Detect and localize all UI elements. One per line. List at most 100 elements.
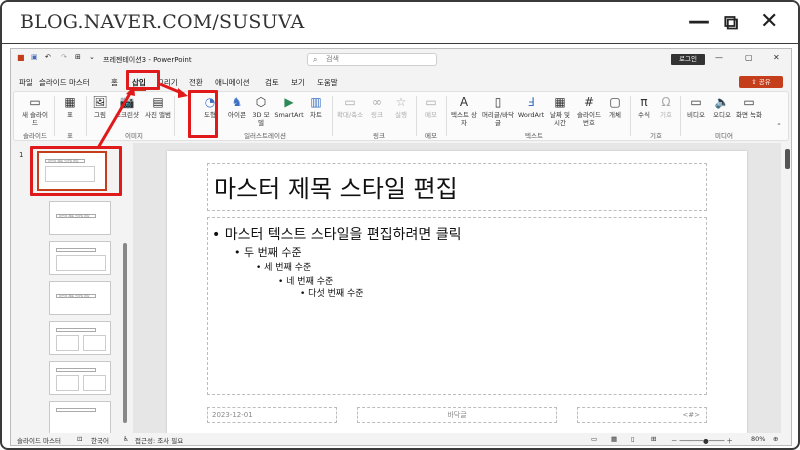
audio-button[interactable]: 🔈 오디오 bbox=[710, 95, 734, 119]
video-icon: ▭ bbox=[690, 95, 702, 109]
layout-thumbnail[interactable] bbox=[49, 241, 111, 275]
textbox-label: 텍스트 상자 bbox=[451, 111, 477, 127]
restore-icon[interactable]: ⧉ bbox=[724, 8, 738, 36]
divider bbox=[416, 96, 417, 136]
thumb-column bbox=[56, 375, 79, 391]
pi-icon: π bbox=[640, 95, 648, 109]
zoom-icon: ▭ bbox=[344, 95, 356, 109]
view-mode: 슬라이드 마스터 bbox=[17, 437, 61, 445]
thumb-column bbox=[56, 335, 79, 351]
symbol-button[interactable]: Ω 기호 bbox=[656, 95, 676, 119]
smartart-button[interactable]: ▶ SmartArt bbox=[274, 95, 304, 119]
layout-thumbnail[interactable] bbox=[49, 321, 111, 355]
redo-icon[interactable]: ↷ bbox=[61, 53, 67, 61]
powerpoint-window: ■ ▣ ↶ ↷ ⊞ ⌄ 프레젠테이션3 - PowerPoint ⌕ 검색 로그인… bbox=[10, 48, 792, 446]
slideshow-icon[interactable]: ⊞ bbox=[651, 435, 656, 443]
master-slide: 마스터 제목 스타일 편집 • 마스터 텍스트 스타일을 편집하려면 클릭 • … bbox=[167, 151, 747, 437]
date-placeholder[interactable]: 2023-12-01 bbox=[207, 407, 337, 423]
powerpoint-logo-icon: ■ bbox=[17, 53, 25, 62]
blog-url: BLOG.NAVER.COM/SUSUVA bbox=[20, 11, 305, 33]
language[interactable]: 한국어 bbox=[91, 435, 109, 445]
video-button[interactable]: ▭ 비디오 bbox=[684, 95, 708, 119]
new-slide-label: 새 슬라이드 bbox=[22, 111, 48, 127]
picture-button[interactable]: 🖼 그림 bbox=[90, 95, 110, 119]
screen-recording-button[interactable]: ▭ 화면 녹화 bbox=[736, 95, 762, 119]
chart-button[interactable]: ▥ 차트 bbox=[306, 95, 326, 119]
collapse-ribbon-icon[interactable]: ⌃ bbox=[774, 122, 784, 130]
thumb-title bbox=[56, 328, 96, 332]
photo-album-button[interactable]: ▤ 사진 앨범 bbox=[144, 95, 172, 119]
body-placeholder[interactable]: • 마스터 텍스트 스타일을 편집하려면 클릭 • 두 번째 수준 • 세 번째… bbox=[207, 217, 707, 395]
tab-view[interactable]: 보기 bbox=[291, 77, 305, 88]
sorter-view-icon[interactable]: ▦ bbox=[611, 435, 617, 443]
date-time-label: 날짜 및 시간 bbox=[549, 111, 570, 127]
textbox-button[interactable]: A 텍스트 상자 bbox=[450, 95, 478, 127]
share-button[interactable]: ⇪ 공유 bbox=[739, 76, 783, 88]
login-button[interactable]: 로그인 bbox=[671, 54, 705, 65]
layout-thumbnail[interactable] bbox=[49, 401, 111, 435]
divider bbox=[446, 96, 447, 136]
zoom-button[interactable]: ▭ 확대/축소 bbox=[336, 95, 364, 119]
fit-slide-icon[interactable]: ⊕ bbox=[773, 435, 778, 443]
photo-album-icon: ▤ bbox=[152, 95, 164, 109]
tab-help[interactable]: 도움말 bbox=[317, 77, 338, 88]
header-footer-button[interactable]: ▯ 머리글/바닥글 bbox=[480, 95, 516, 127]
tab-review[interactable]: 검토 bbox=[265, 77, 279, 88]
save-icon[interactable]: ▣ bbox=[31, 53, 38, 61]
level-5-text: • 다섯 번째 수준 bbox=[300, 289, 364, 299]
tab-home[interactable]: 홈 bbox=[111, 77, 118, 88]
new-slide-icon: ▭ bbox=[29, 95, 41, 109]
table-button[interactable]: ▦ 표 bbox=[60, 95, 80, 119]
slide-number-icon: # bbox=[583, 95, 595, 109]
group-symbols: 기호 bbox=[650, 132, 662, 140]
chart-label: 차트 bbox=[310, 111, 322, 119]
present-icon[interactable]: ⊞ bbox=[75, 53, 81, 61]
level-2-text: • 두 번째 수준 bbox=[234, 246, 302, 259]
divider bbox=[680, 96, 681, 136]
canvas-scrollbar[interactable] bbox=[785, 149, 790, 169]
link-button[interactable]: ∞ 링크 bbox=[366, 95, 388, 119]
search-input[interactable]: ⌕ 검색 bbox=[307, 53, 437, 66]
tab-slide-master[interactable]: 슬라이드 마스터 bbox=[39, 77, 90, 88]
app-minimize-icon[interactable]: — bbox=[715, 53, 723, 62]
tab-animations[interactable]: 애니메이션 bbox=[215, 77, 250, 88]
divider bbox=[174, 96, 175, 136]
tab-file[interactable]: 파일 bbox=[19, 77, 33, 88]
icons-button[interactable]: ♞ 아이콘 bbox=[224, 95, 250, 119]
date-time-button[interactable]: ▦ 날짜 및 시간 bbox=[547, 95, 573, 127]
slide-number-placeholder[interactable]: <#> bbox=[577, 407, 707, 423]
new-slide-button[interactable]: ▭ 새 슬라이드 bbox=[20, 95, 50, 127]
thumbnail-scrollbar[interactable] bbox=[123, 243, 127, 423]
layout-thumbnail[interactable]: 마스터 제목 스타일 편집 bbox=[49, 201, 111, 235]
tab-draw[interactable]: 그리기 bbox=[157, 77, 178, 88]
title-placeholder[interactable]: 마스터 제목 스타일 편집 bbox=[207, 163, 707, 211]
object-button[interactable]: ▢ 개체 bbox=[604, 95, 626, 119]
thumb-title bbox=[56, 408, 96, 412]
status-bar: 슬라이드 마스터 ⊡ 한국어 ♿ 접근성: 조사 필요 ▭ ▦ ▯ ⊞ － ──… bbox=[11, 433, 791, 445]
accessibility-status[interactable]: 접근성: 조사 필요 bbox=[135, 435, 183, 445]
close-icon[interactable]: ✕ bbox=[760, 8, 778, 36]
slide-number-button[interactable]: # 슬라이드 번호 bbox=[574, 95, 604, 127]
app-maximize-icon[interactable]: ▢ bbox=[745, 53, 753, 62]
minimize-icon[interactable]: — bbox=[688, 8, 710, 36]
customize-qat-icon[interactable]: ⌄ bbox=[89, 53, 95, 61]
wordart-button[interactable]: Ⅎ WordArt bbox=[517, 95, 545, 119]
comment-button[interactable]: ▭ 메모 bbox=[420, 95, 442, 119]
undo-icon[interactable]: ↶ bbox=[45, 53, 51, 61]
3d-models-button[interactable]: ⬡ 3D 모델 bbox=[250, 95, 272, 127]
reading-view-icon[interactable]: ▯ bbox=[631, 435, 635, 443]
layout-thumbnail[interactable]: 마스터 제목 스타일 편집 bbox=[49, 281, 111, 315]
equation-button[interactable]: π 수식 bbox=[634, 95, 654, 119]
footer-placeholder[interactable]: 바닥글 bbox=[357, 407, 557, 423]
layout-thumbnail[interactable] bbox=[49, 361, 111, 395]
spellcheck-icon[interactable]: ⊡ bbox=[77, 435, 82, 443]
app-close-icon[interactable]: ✕ bbox=[773, 53, 780, 62]
calendar-icon: ▦ bbox=[554, 95, 566, 109]
blog-header: BLOG.NAVER.COM/SUSUVA — ⧉ ✕ bbox=[2, 2, 798, 44]
normal-view-icon[interactable]: ▭ bbox=[591, 435, 597, 443]
action-button[interactable]: ☆ 실행 bbox=[390, 95, 412, 119]
tab-transitions[interactable]: 전환 bbox=[189, 77, 203, 88]
zoom-slider[interactable]: － ──────●──── ＋ bbox=[671, 435, 733, 445]
zoom-level[interactable]: 80% bbox=[751, 435, 765, 443]
screenshot-button[interactable]: 📷 스크린샷 bbox=[111, 95, 143, 119]
